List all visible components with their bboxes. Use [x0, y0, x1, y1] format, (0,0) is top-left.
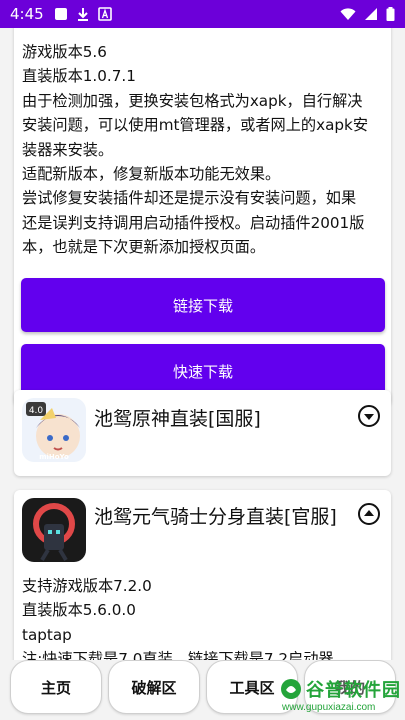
watermark-url: www.gupuxiazai.com — [282, 702, 376, 713]
description-line: 直装版本1.0.7.1 — [22, 67, 136, 86]
app-title: 池鸳原神直装[国服] — [94, 408, 261, 430]
version-badge-text: 4.0 — [29, 406, 44, 416]
notification-square-icon — [54, 8, 67, 20]
nav-crack-button[interactable]: 破解区 — [108, 660, 200, 714]
description-line: 还是误判支持调用启动插件授权。启动插件2001版 — [22, 213, 365, 232]
wifi-icon — [340, 8, 356, 20]
status-system-icons — [340, 7, 395, 21]
description-line: 适配新版本，修复新版本功能无效果。 — [22, 165, 281, 184]
status-bar: 4:45 — [0, 0, 405, 28]
site-watermark: 谷普软件园 www.gupuxiazai.com — [280, 676, 402, 718]
status-notification-icons — [54, 7, 112, 21]
watermark-text: 谷普软件园 — [306, 680, 401, 701]
svg-text:miHoYo: miHoYo — [39, 453, 69, 461]
description-line: 注:快速下载是7.0直装，链接下载是7.2启动器 — [22, 650, 334, 660]
description-line: 安装问题，可以使用mt管理器，或者网上的xapk安 — [22, 116, 369, 135]
app-badge-icon — [97, 7, 112, 21]
collapse-chevron-up-icon[interactable] — [357, 502, 381, 526]
genshin-app-icon: 4.0 miHoYo — [22, 398, 86, 462]
description-line: 装器来安装。 — [22, 140, 114, 159]
description-line: 直装版本5.6.0.0 — [22, 601, 136, 620]
watermark-logo-icon — [281, 679, 301, 699]
nav-home-button[interactable]: 主页 — [10, 660, 102, 714]
description-line: taptap — [22, 625, 72, 644]
version-description: 游戏版本5.6 直装版本1.0.7.1 由于检测加强，更换安装包格式为xapk，… — [14, 28, 391, 260]
description-line: 游戏版本5.6 — [22, 43, 107, 61]
soul-knight-app-icon — [22, 498, 86, 562]
description-line: 本，也就是下次更新添加授权页面。 — [22, 238, 265, 257]
battery-icon — [386, 7, 395, 21]
genshin-detail-card: 游戏版本5.6 直装版本1.0.7.1 由于检测加强，更换安装包格式为xapk，… — [14, 28, 391, 406]
description-line: 尝试修复安装插件却还是提示没有安装问题，如果 — [22, 189, 357, 208]
genshin-app-card[interactable]: 4.0 miHoYo 池鸳原神直装[国服] — [14, 390, 391, 476]
content-scroll-area[interactable]: 游戏版本5.6 直装版本1.0.7.1 由于检测加强，更换安装包格式为xapk，… — [0, 28, 405, 660]
signal-icon — [365, 8, 377, 20]
soul-knight-app-card[interactable]: 池鸳元气骑士分身直装[官服] 支持游戏版本7.2.0 直装版本5.6.0.0 t… — [14, 490, 391, 660]
expand-chevron-down-icon[interactable] — [357, 404, 381, 428]
download-icon — [77, 8, 88, 21]
version-description: 支持游戏版本7.2.0 直装版本5.6.0.0 taptap 注:快速下载是7.… — [22, 574, 334, 660]
link-download-button[interactable]: 链接下载 — [21, 278, 385, 332]
app-title: 池鸳元气骑士分身直装[官服] — [94, 506, 337, 528]
status-time: 4:45 — [10, 5, 44, 23]
description-line: 支持游戏版本7.2.0 — [22, 577, 152, 595]
description-line: 由于检测加强，更换安装包格式为xapk，自行解决 — [22, 91, 363, 110]
